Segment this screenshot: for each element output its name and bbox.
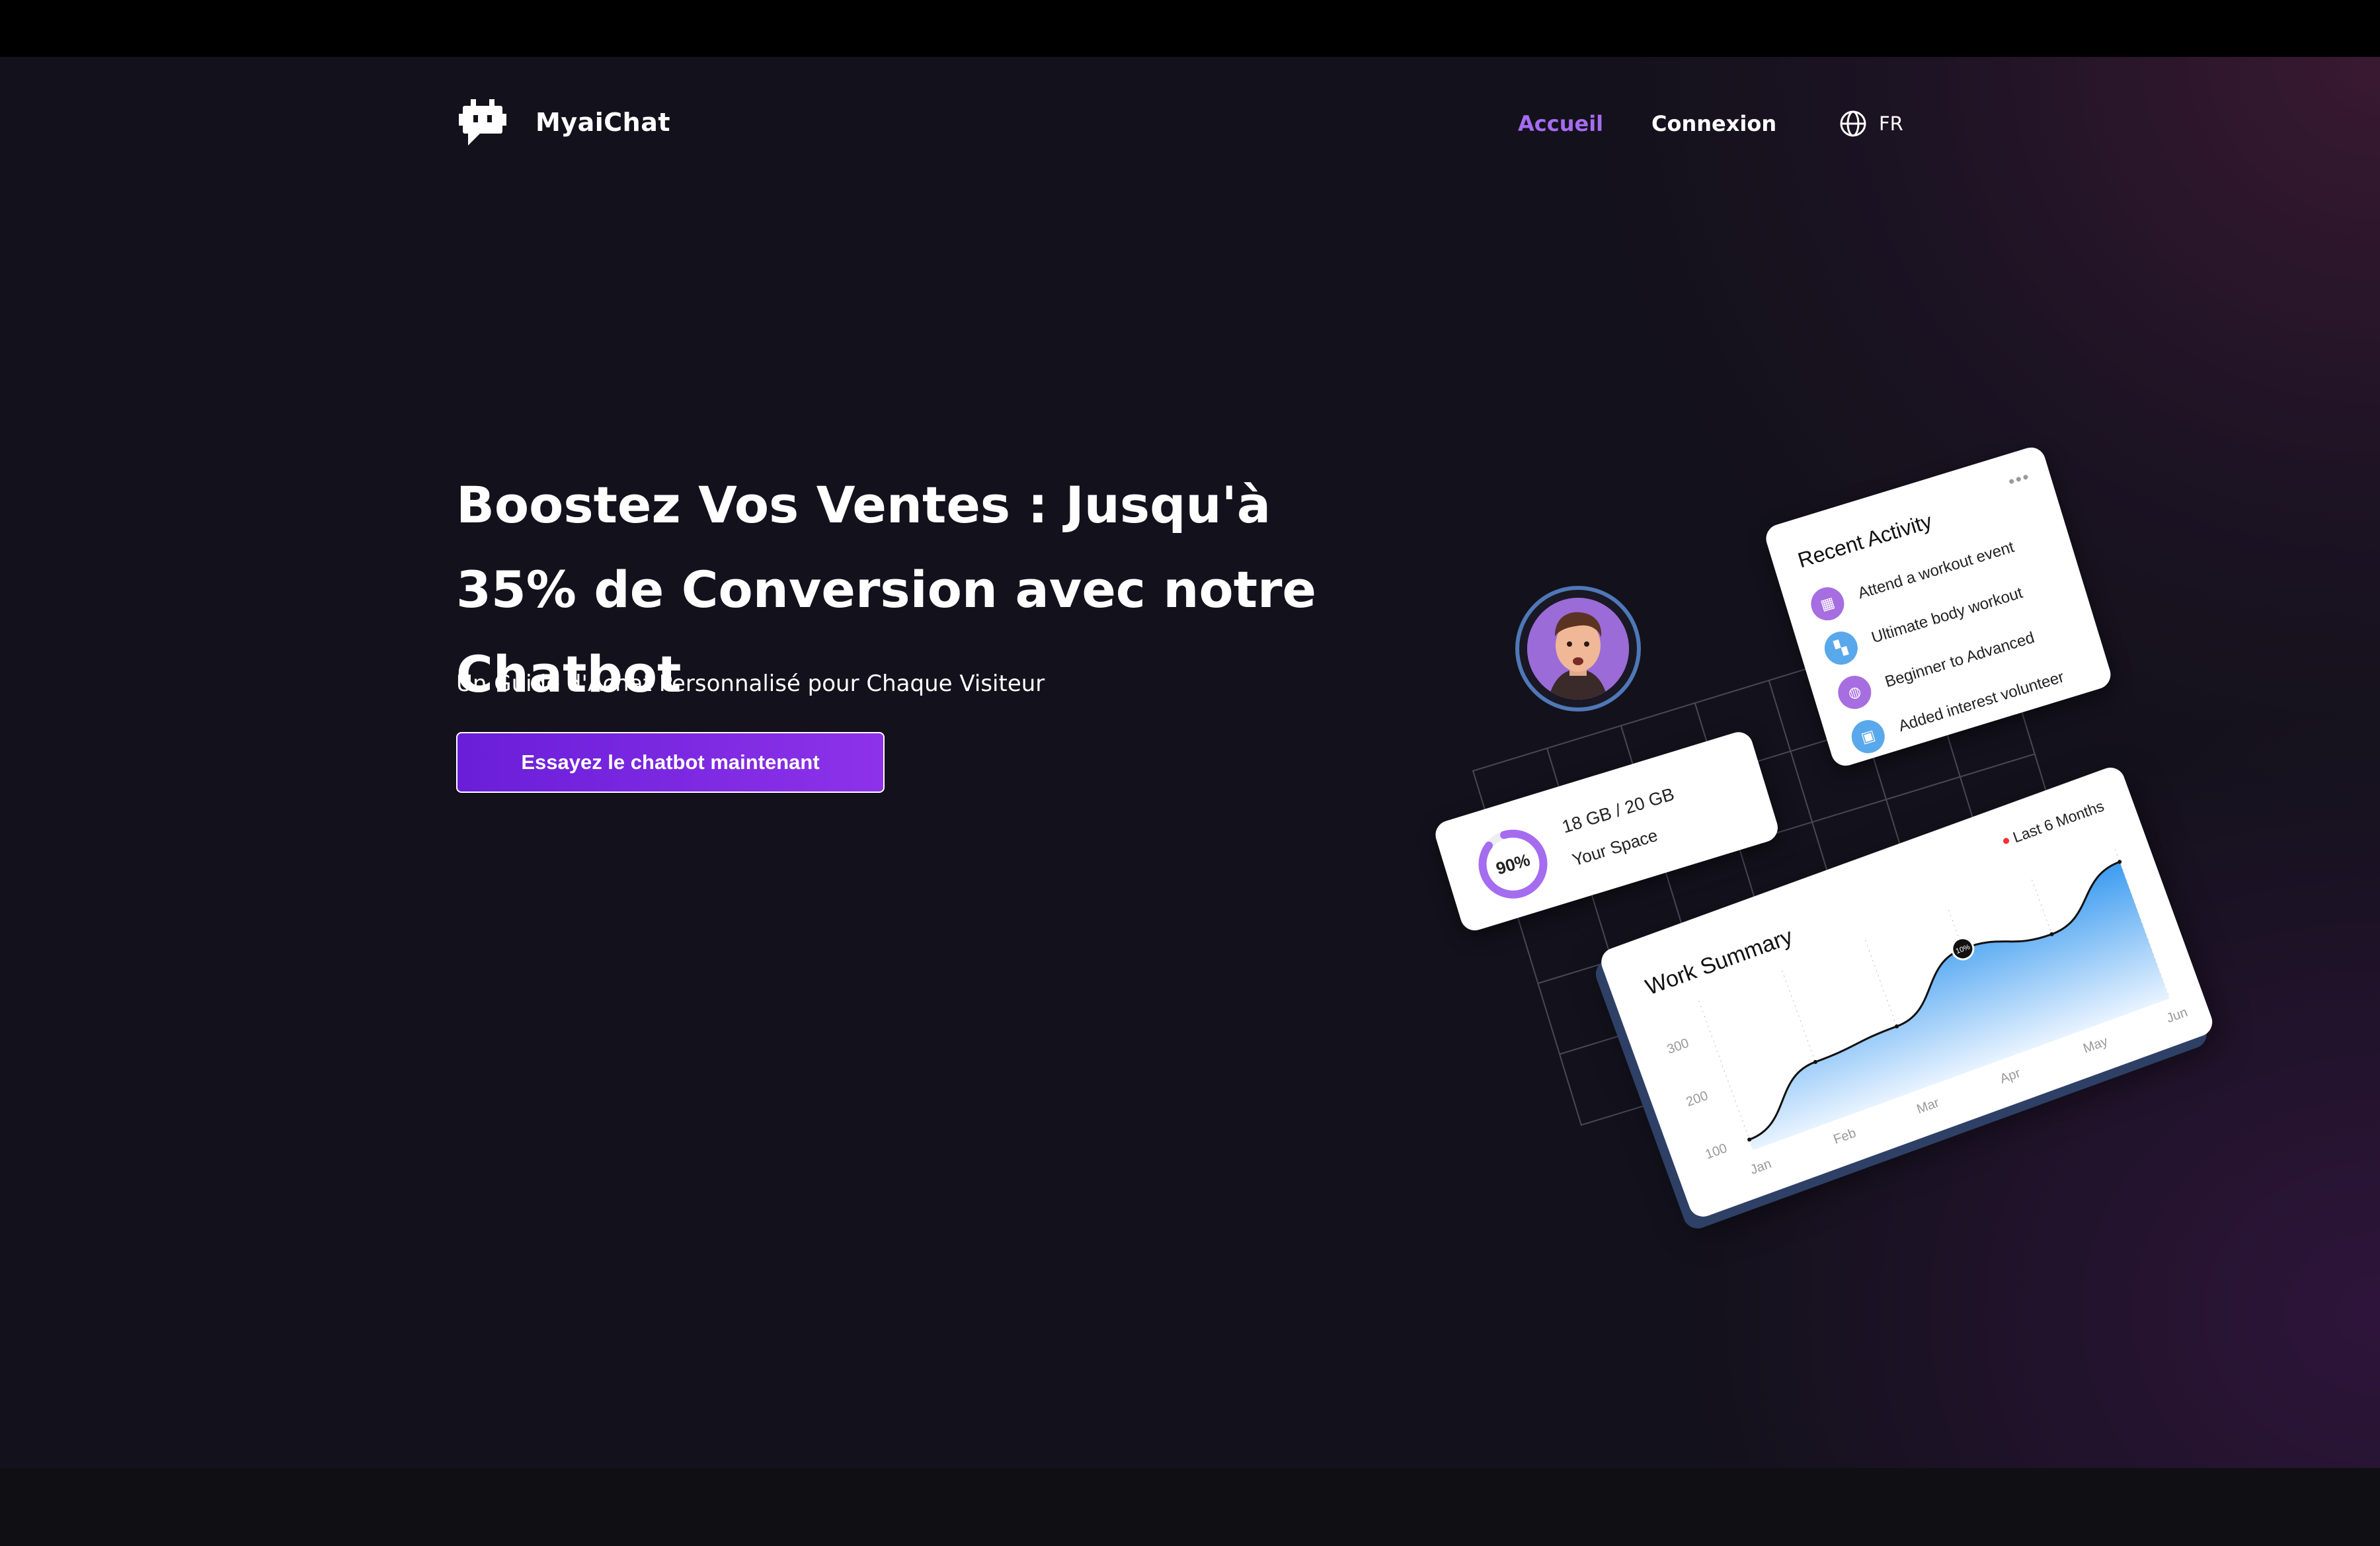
grid-icon: ▚ <box>1820 627 1862 669</box>
brand-name: MyaiChat <box>536 108 671 137</box>
nav-home-link[interactable]: Accueil <box>1518 111 1603 136</box>
try-chatbot-button[interactable]: Essayez le chatbot maintenant <box>456 732 885 793</box>
more-options-icon[interactable]: ••• <box>2006 466 2033 492</box>
browser-top-bar <box>0 0 2380 57</box>
chart-legend: Last 6 Months <box>2000 797 2106 850</box>
legend-label: Last 6 Months <box>2010 797 2106 846</box>
storage-size: 18 GB / 20 GB <box>1560 784 1677 837</box>
x-tick-label: Mar <box>1915 1095 1941 1117</box>
x-tick-label: Apr <box>1998 1066 2022 1086</box>
x-tick-label: Feb <box>1831 1125 1858 1147</box>
avatar-photo <box>1527 598 1629 700</box>
note-icon: ▣ <box>1847 715 1889 758</box>
hero-subtitle: Un Guide d'Achat Personnalisé pour Chaqu… <box>456 671 1045 697</box>
y-tick-label: 300 <box>1665 1036 1691 1057</box>
language-label: FR <box>1879 112 1903 135</box>
x-gridline <box>1698 1000 1754 1151</box>
user-avatar <box>1515 586 1641 712</box>
chatbot-icon <box>459 99 506 145</box>
y-tick-label: 200 <box>1685 1088 1710 1110</box>
x-tick-label: Jun <box>2164 1005 2190 1026</box>
x-tick-label: Jan <box>1749 1157 1774 1178</box>
globe-icon <box>1840 110 1866 137</box>
bottom-strip <box>0 1468 2380 1546</box>
brand-logo[interactable]: MyaiChat <box>457 98 670 147</box>
nav-login-link[interactable]: Connexion <box>1651 111 1776 136</box>
legend-dot <box>2002 837 2010 845</box>
language-selector[interactable]: FR <box>1839 110 1903 138</box>
level-icon: ◍ <box>1834 671 1876 713</box>
calendar-icon: ▦ <box>1807 583 1848 625</box>
x-tick-label: May <box>2081 1034 2110 1057</box>
y-tick-label: 100 <box>1704 1141 1729 1162</box>
storage-percent: 90% <box>1493 849 1532 879</box>
